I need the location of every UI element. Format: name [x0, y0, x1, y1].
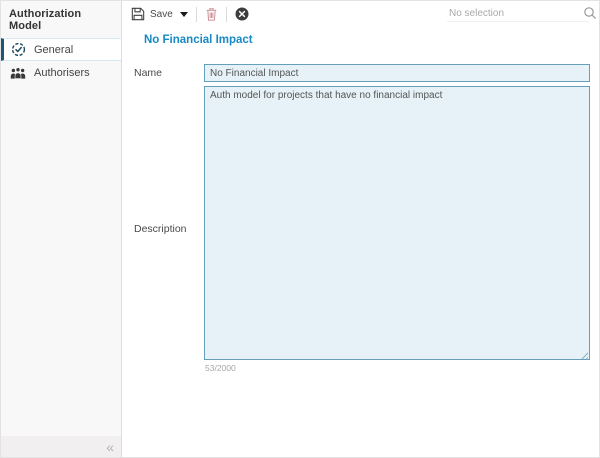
character-count: 53/2000: [205, 363, 236, 373]
trash-icon: [205, 7, 218, 21]
page-title: No Financial Impact: [144, 34, 599, 46]
description-field[interactable]: Auth model for projects that have no fin…: [204, 86, 590, 360]
sidebar-item-label: General: [34, 44, 73, 56]
sidebar-footer: «: [1, 436, 121, 457]
close-button[interactable]: [235, 7, 249, 21]
app-window: Authorization Model General: [0, 0, 600, 458]
close-circle-icon: [235, 7, 249, 21]
name-field[interactable]: [204, 64, 590, 82]
name-label: Name: [134, 67, 162, 79]
save-button[interactable]: Save: [131, 7, 173, 21]
search-icon[interactable]: [583, 6, 597, 20]
save-menu-button[interactable]: [173, 12, 188, 17]
toolbar-separator: [196, 7, 197, 22]
collapse-left-icon[interactable]: «: [106, 440, 114, 454]
sidebar: Authorization Model General: [1, 1, 122, 457]
selection-search-box: [447, 6, 589, 22]
sidebar-item-general[interactable]: General: [1, 38, 121, 61]
sidebar-title: Authorization Model: [1, 1, 121, 38]
search-input[interactable]: [447, 7, 583, 20]
delete-button[interactable]: [205, 7, 218, 21]
main-panel: Save: [122, 1, 599, 457]
toolbar: Save: [122, 1, 599, 27]
description-label: Description: [134, 223, 187, 235]
floppy-icon: [131, 7, 145, 21]
caret-down-icon: [180, 12, 188, 17]
people-icon: [10, 66, 26, 80]
sidebar-item-authorisers[interactable]: Authorisers: [1, 61, 121, 84]
check-circle-icon: [10, 42, 26, 57]
save-button-label: Save: [150, 9, 173, 20]
toolbar-separator: [226, 7, 227, 22]
sidebar-item-label: Authorisers: [34, 67, 90, 79]
